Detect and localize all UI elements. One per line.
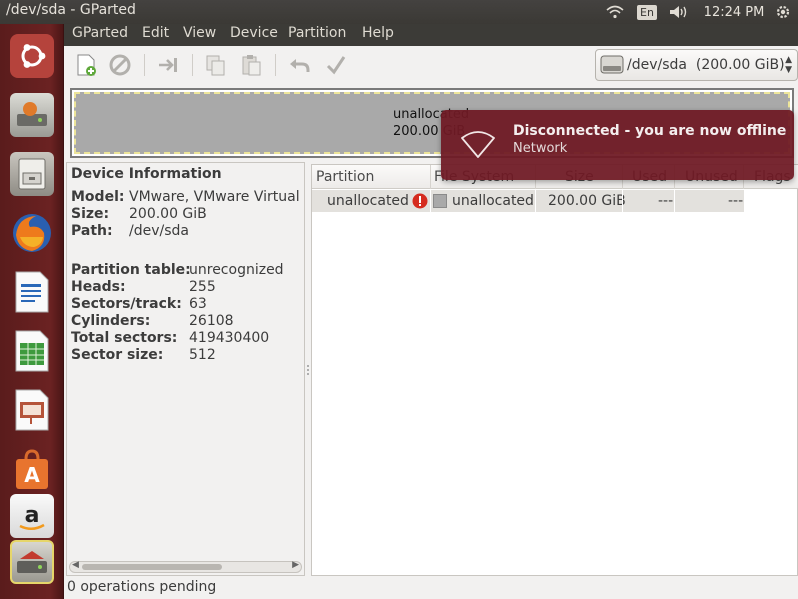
top-panel: /dev/sda - GParted En 12:24 PM [0,0,798,24]
size-label: Size: [71,206,110,222]
row-used: --- [658,193,674,209]
scroll-right-icon[interactable]: ▶ [292,560,299,570]
row-filesystem: unallocated [452,193,534,209]
paste-icon[interactable] [237,51,265,79]
path-label: Path: [71,223,113,239]
toolbar-separator [275,54,276,76]
pane-resize-handle[interactable] [306,364,310,376]
volume-icon[interactable] [667,2,691,22]
svg-text:a: a [25,503,40,528]
notification-bubble: Disconnected - you are now offline Netwo… [441,110,794,180]
size-value: 200.00 GiB [129,206,207,222]
partition-table-label: Partition table: [71,262,191,278]
notification-body: Network [513,141,568,156]
clock[interactable]: 12:24 PM [702,2,766,22]
horizontal-scrollbar[interactable]: ◀ ▶ [69,560,302,573]
new-partition-icon[interactable] [72,51,100,79]
resize-move-icon[interactable] [154,51,182,79]
copy-icon[interactable] [202,51,230,79]
cell-separator [622,190,623,212]
row-unused: --- [728,193,744,209]
calc-icon[interactable] [6,325,58,377]
delete-icon[interactable] [106,51,134,79]
cell-separator [430,190,431,212]
amazon-icon[interactable]: a [6,490,58,542]
row-size: 200.00 GiB [548,193,626,209]
toolbar-separator [192,54,193,76]
device-info-header: Device Information [71,166,222,182]
sectors-track-value: 63 [189,296,207,312]
column-partition[interactable]: Partition [316,169,374,185]
partition-table-value: unrecognized [189,262,284,278]
svg-text:A: A [24,463,40,487]
menu-edit[interactable]: Edit [142,25,169,41]
impress-icon[interactable] [6,384,58,436]
wifi-icon[interactable] [604,2,626,22]
total-sectors-label: Total sectors: [71,330,178,346]
launcher: A a [0,24,64,599]
menu-gparted[interactable]: GParted [72,25,128,41]
row-partition: unallocated [327,193,409,209]
status-bar: 0 operations pending [64,578,798,599]
menu-help[interactable]: Help [362,25,394,41]
menu-partition[interactable]: Partition [288,25,346,41]
harddisk-icon [600,55,624,74]
toolbar: /dev/sda (200.00 GiB) ▲ ▼ [64,46,798,84]
cell-separator [535,190,536,212]
wifi-disconnected-icon [461,131,495,158]
menu-view[interactable]: View [183,25,216,41]
heads-label: Heads: [71,279,126,295]
apply-icon[interactable] [322,51,350,79]
cell-separator [674,190,675,212]
cylinders-value: 26108 [189,313,234,329]
notification-title: Disconnected - you are now offline [513,123,787,139]
writer-icon[interactable] [6,266,58,318]
model-value: VMware, VMware Virtual S [129,189,305,205]
disk-installer-icon[interactable] [6,89,58,141]
file-cabinet-icon[interactable] [6,148,58,200]
warning-icon [412,193,428,209]
sector-size-label: Sector size: [71,347,164,363]
heads-value: 255 [189,279,216,295]
table-row[interactable]: unallocated unallocated 200.00 GiB --- -… [312,190,744,212]
keyboard-language-indicator[interactable]: En [637,2,657,22]
column-separator [430,165,431,189]
shopping-bag-icon[interactable]: A [6,443,58,495]
sector-size-value: 512 [189,347,216,363]
scrollbar-thumb[interactable] [82,564,222,570]
window-title: /dev/sda - GParted [6,2,136,18]
gear-icon[interactable] [772,2,794,22]
model-label: Model: [71,189,125,205]
menu-device[interactable]: Device [230,25,278,41]
spin-arrows-icon: ▲ ▼ [785,55,792,75]
undo-icon[interactable] [285,51,313,79]
device-selector-label: /dev/sda (200.00 GiB) [627,57,785,73]
ubuntu-logo-icon[interactable] [6,30,58,82]
total-sectors-value: 419430400 [189,330,270,346]
filesystem-color-swatch [433,194,447,208]
device-selector[interactable]: /dev/sda (200.00 GiB) ▲ ▼ [595,49,798,81]
device-info-pane: Device Information Model: VMware, VMware… [66,162,305,576]
cylinders-label: Cylinders: [71,313,151,329]
menu-bar: GParted Edit View Device Partition Help [64,24,798,46]
partition-list: Partition File System Size Used Unused F… [311,164,798,576]
scroll-left-icon[interactable]: ◀ [72,560,79,570]
firefox-icon[interactable] [6,207,58,259]
status-text: 0 operations pending [67,579,217,595]
sectors-track-label: Sectors/track: [71,296,182,312]
gparted-icon[interactable] [6,536,58,588]
toolbar-separator [144,54,145,76]
path-value: /dev/sda [129,223,189,239]
